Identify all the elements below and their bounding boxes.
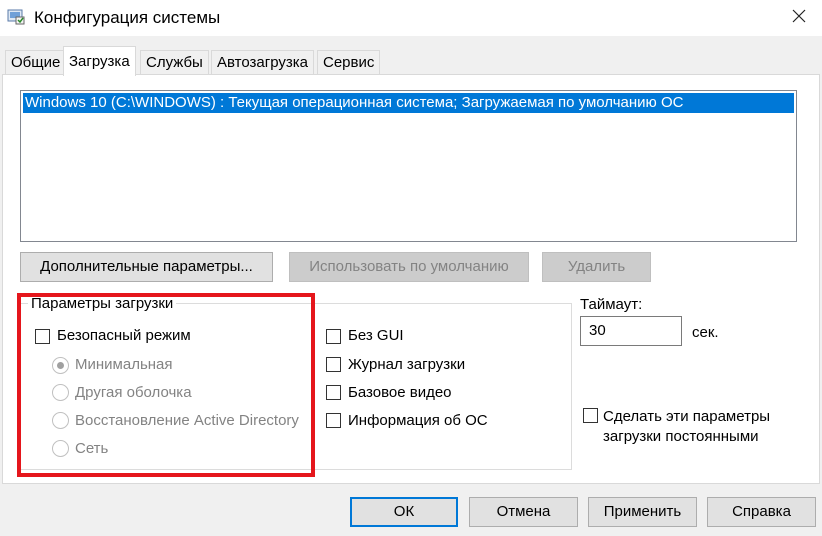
make-permanent-label[interactable]: Сделать эти параметры загрузки постоянны…: [603, 407, 770, 447]
radio-alternate-shell[interactable]: [52, 384, 69, 401]
ok-button[interactable]: ОК: [350, 497, 458, 527]
radio-minimal[interactable]: [52, 357, 69, 374]
close-icon: [792, 9, 806, 23]
timeout-input[interactable]: 30: [580, 316, 682, 346]
help-label: Справка: [732, 503, 791, 520]
timeout-unit: сек.: [692, 324, 719, 341]
set-default-button[interactable]: Использовать по умолчанию: [289, 252, 529, 282]
tab-tools[interactable]: Сервис: [317, 50, 381, 74]
apply-button[interactable]: Применить: [588, 497, 697, 527]
radio-minimal-label[interactable]: Минимальная: [75, 356, 173, 373]
radio-alternate-shell-label[interactable]: Другая оболочка: [75, 384, 192, 401]
advanced-options-label: Дополнительные параметры...: [40, 258, 253, 275]
make-permanent-line2: загрузки постоянными: [603, 428, 759, 445]
tab-services[interactable]: Службы: [140, 50, 209, 74]
boot-log-checkbox[interactable]: [326, 357, 341, 372]
advanced-options-button[interactable]: Дополнительные параметры...: [20, 252, 273, 282]
title-bar: Конфигурация системы: [0, 0, 822, 36]
boot-options-label: Параметры загрузки: [28, 295, 177, 312]
radio-ad-repair[interactable]: [52, 412, 69, 429]
timeout-label: Таймаут:: [580, 296, 643, 313]
make-permanent-line1: Сделать эти параметры: [603, 408, 771, 425]
delete-button[interactable]: Удалить: [542, 252, 651, 282]
make-permanent-checkbox[interactable]: [583, 408, 598, 423]
radio-network[interactable]: [52, 440, 69, 457]
cancel-button[interactable]: Отмена: [469, 497, 578, 527]
base-video-checkbox[interactable]: [326, 385, 341, 400]
ok-label: ОК: [393, 503, 415, 520]
delete-label: Удалить: [567, 258, 626, 275]
no-gui-label[interactable]: Без GUI: [348, 327, 404, 344]
base-video-label[interactable]: Базовое видео: [348, 384, 452, 401]
safe-boot-checkbox[interactable]: [35, 329, 50, 344]
msconfig-app-icon: [7, 9, 25, 25]
tab-startup[interactable]: Автозагрузка: [211, 50, 314, 74]
help-button[interactable]: Справка: [707, 497, 816, 527]
apply-label: Применить: [603, 503, 682, 520]
os-info-checkbox[interactable]: [326, 413, 341, 428]
cancel-label: Отмена: [496, 503, 551, 520]
set-default-label: Использовать по умолчанию: [309, 258, 509, 275]
boot-log-label[interactable]: Журнал загрузки: [348, 356, 465, 373]
window-title: Конфигурация системы: [34, 8, 221, 27]
tab-general[interactable]: Общие: [5, 50, 67, 74]
os-list-item[interactable]: Windows 10 (C:\WINDOWS) : Текущая операц…: [23, 93, 794, 113]
radio-ad-repair-label[interactable]: Восстановление Active Directory: [75, 412, 299, 429]
radio-network-label[interactable]: Сеть: [75, 440, 108, 457]
no-gui-checkbox[interactable]: [326, 329, 341, 344]
safe-boot-label[interactable]: Безопасный режим: [57, 327, 191, 344]
tab-boot[interactable]: Загрузка: [63, 46, 136, 76]
close-button[interactable]: [776, 0, 822, 34]
os-list[interactable]: Windows 10 (C:\WINDOWS) : Текущая операц…: [20, 90, 797, 242]
os-info-label[interactable]: Информация об ОС: [348, 412, 488, 429]
